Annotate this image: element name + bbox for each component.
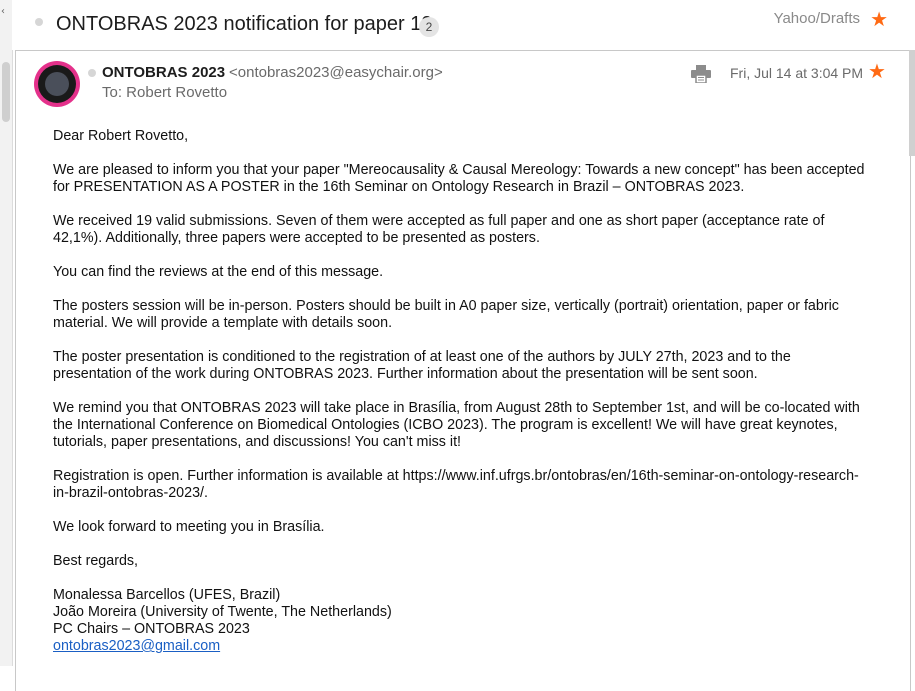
closing: Best regards, (53, 553, 139, 569)
body-paragraph: We look forward to meeting you in Brasíl… (53, 519, 325, 535)
folder-label[interactable]: Yahoo/Drafts (774, 10, 860, 27)
scrollbar-thumb[interactable] (2, 62, 10, 122)
star-icon[interactable]: ★ (870, 9, 888, 29)
body-paragraph: The posters session will be in-person. P… (53, 298, 839, 331)
chevron-left-icon[interactable]: ‹ (1, 6, 5, 17)
read-status-dot[interactable] (88, 69, 96, 77)
greeting: Dear Robert Rovetto, (53, 128, 189, 144)
signature-email-link[interactable]: ontobras2023@gmail.com (53, 638, 220, 654)
unread-dot[interactable] (35, 18, 43, 26)
avatar-center (45, 72, 69, 96)
sender-email[interactable]: <ontobras2023@easychair.org> (229, 64, 443, 81)
body-paragraph: Registration is open. Further informatio… (53, 468, 859, 501)
recipient-line[interactable]: To: Robert Rovetto (102, 84, 227, 101)
body-paragraph: We are pleased to inform you that your p… (53, 162, 865, 195)
thread-header: ONTOBRAS 2023 notification for paper 19 … (12, 0, 915, 50)
right-scrollbar[interactable] (909, 50, 915, 156)
star-icon[interactable]: ★ (868, 61, 886, 81)
signature-line: João Moreira (University of Twente, The … (53, 604, 392, 620)
print-icon[interactable] (691, 65, 711, 83)
signature-email-line: ontobras2023@gmail.com (53, 638, 868, 655)
body-paragraph: You can find the reviews at the end of t… (53, 264, 384, 280)
body-paragraph: The poster presentation is conditioned t… (53, 349, 791, 382)
left-scroll-strip[interactable]: ‹ (0, 0, 13, 666)
message-count-badge: 2 (419, 17, 439, 37)
message-body: Dear Robert Rovetto, We are pleased to i… (53, 128, 868, 655)
body-paragraph: We received 19 valid submissions. Seven … (53, 213, 825, 246)
avatar-ring (38, 65, 76, 103)
signature-line: PC Chairs – ONTOBRAS 2023 (53, 621, 250, 637)
message-date: Fri, Jul 14 at 3:04 PM (730, 65, 864, 81)
body-paragraph: We remind you that ONTOBRAS 2023 will ta… (53, 400, 860, 450)
signature-line: Monalessa Barcellos (UFES, Brazil) (53, 587, 281, 603)
message-card: ONTOBRAS 2023 <ontobras2023@easychair.or… (15, 50, 911, 691)
avatar[interactable] (34, 61, 80, 107)
thread-subject: ONTOBRAS 2023 notification for paper 19 (56, 13, 433, 35)
sender-name[interactable]: ONTOBRAS 2023 (102, 64, 225, 81)
